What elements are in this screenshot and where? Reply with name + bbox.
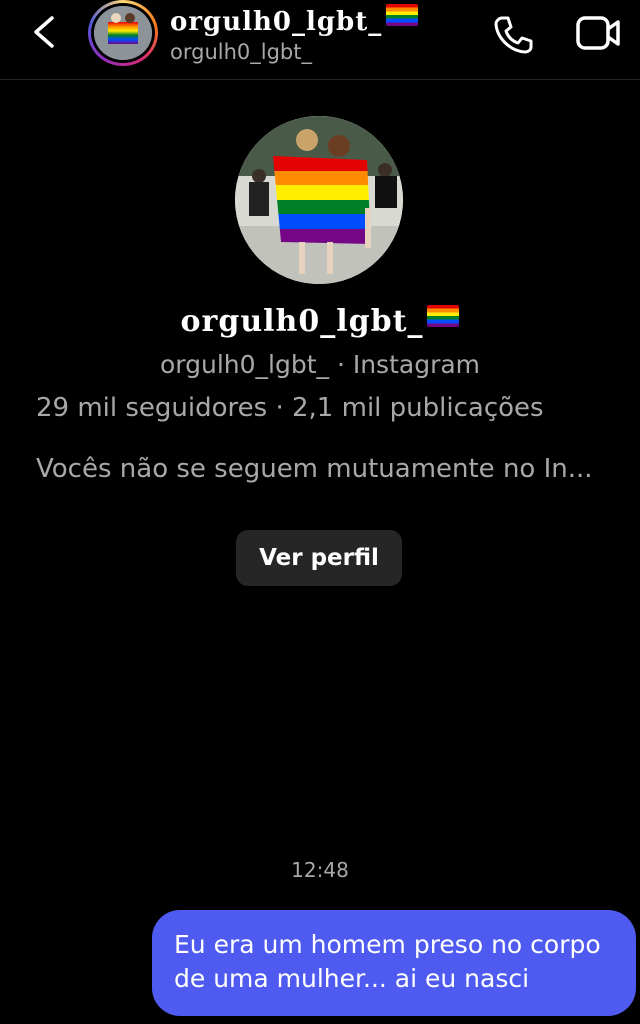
header-username[interactable]: orgulh0_lgbt_ — [170, 40, 312, 64]
chat-header: orgulh0_lgbt_ orgulh0_lgbt_ — [0, 0, 640, 80]
video-camera-icon[interactable] — [574, 12, 624, 54]
header-display-name-text: orgulh0_lgbt_ — [170, 7, 383, 37]
avatar-photo — [94, 6, 152, 60]
rainbow-flag-icon — [386, 4, 419, 26]
profile-display-name: orgulh0_lgbt_ — [0, 304, 640, 339]
sent-message-bubble[interactable]: Eu era um homem preso no corpo de uma mu… — [152, 910, 636, 1016]
view-profile-button[interactable]: Ver perfil — [236, 530, 402, 586]
phone-icon[interactable] — [490, 12, 536, 58]
rainbow-flag-icon — [427, 305, 460, 327]
mutual-follow-note: Vocês não se seguem mutuamente no In... — [36, 454, 593, 484]
message-text: Eu era um homem preso no corpo de uma mu… — [174, 930, 601, 993]
profile-display-name-text: orgulh0_lgbt_ — [180, 304, 424, 339]
header-avatar[interactable] — [88, 0, 158, 66]
profile-stats: 29 mil seguidores · 2,1 mil publicações — [36, 393, 544, 423]
profile-subtitle: orgulh0_lgbt_ · Instagram — [159, 350, 481, 379]
profile-avatar[interactable] — [235, 116, 403, 284]
header-display-name[interactable]: orgulh0_lgbt_ — [170, 4, 419, 37]
profile-photo — [235, 116, 403, 284]
chevron-left-icon[interactable] — [26, 12, 66, 52]
message-timestamp: 12:48 — [291, 858, 349, 882]
